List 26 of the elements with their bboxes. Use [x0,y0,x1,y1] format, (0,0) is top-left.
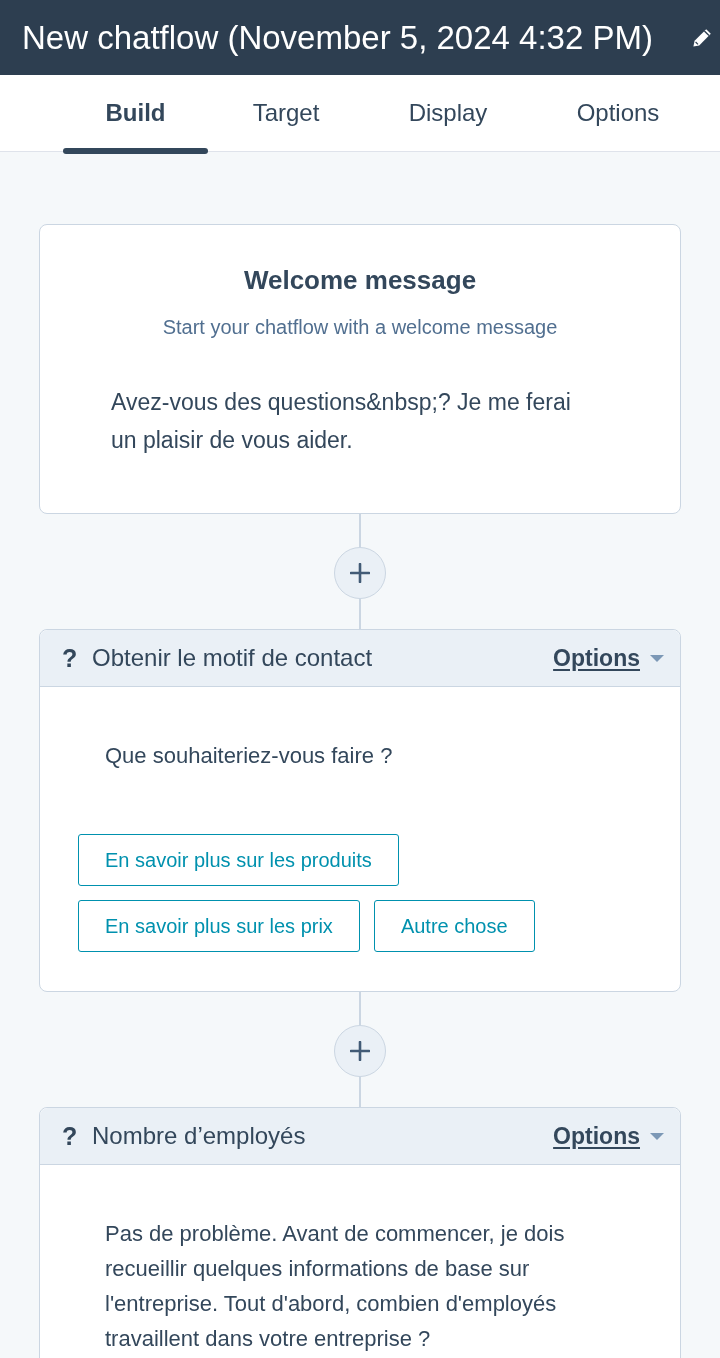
tab[interactable]: Display [364,75,532,151]
edit-pencil-icon[interactable] [692,27,712,48]
caret-down-icon [650,1132,664,1140]
plus-icon [350,1041,370,1061]
caret-down-icon [650,654,664,662]
plus-icon [350,563,370,583]
choice-button[interactable]: En savoir plus sur les prix [78,900,360,952]
choice-button[interactable]: Autre chose [373,900,535,952]
tab[interactable]: Build [63,75,208,151]
question-marker: ? [62,1123,79,1149]
tab[interactable]: Target [208,75,364,151]
bot-message: Que souhaiteriez-vous faire ? [105,744,394,768]
options-dropdown[interactable]: Options [553,640,664,676]
options-dropdown[interactable]: Options [553,1118,664,1154]
step-title: Nombre d’employés [92,1121,307,1151]
card-subtitle: Start your chatflow with a welcome message [162,315,558,340]
bot-message: Pas de problème. Avant de commencer, je dois recueillir quelques informations de base sur l'entreprise. Tout d'abord, combien d'employés travaillent dans votre entreprise ? [105,1220,566,1353]
question-marker: ? [62,645,79,671]
welcome-message: Avez-vous des questions&nbsp;? Je me ferai un plaisir de vous aider. [111,388,572,455]
add-step-button[interactable] [334,1025,386,1077]
card-title: Welcome message [243,264,477,296]
chatflow-title: New chatflow (November 5, 2024 4:32 PM) [22,17,653,58]
step-title: Obtenir le motif de contact [92,643,374,673]
tab[interactable]: Options [532,75,704,151]
choice-button[interactable]: En savoir plus sur les produits [78,834,399,886]
add-step-button[interactable] [334,547,386,599]
